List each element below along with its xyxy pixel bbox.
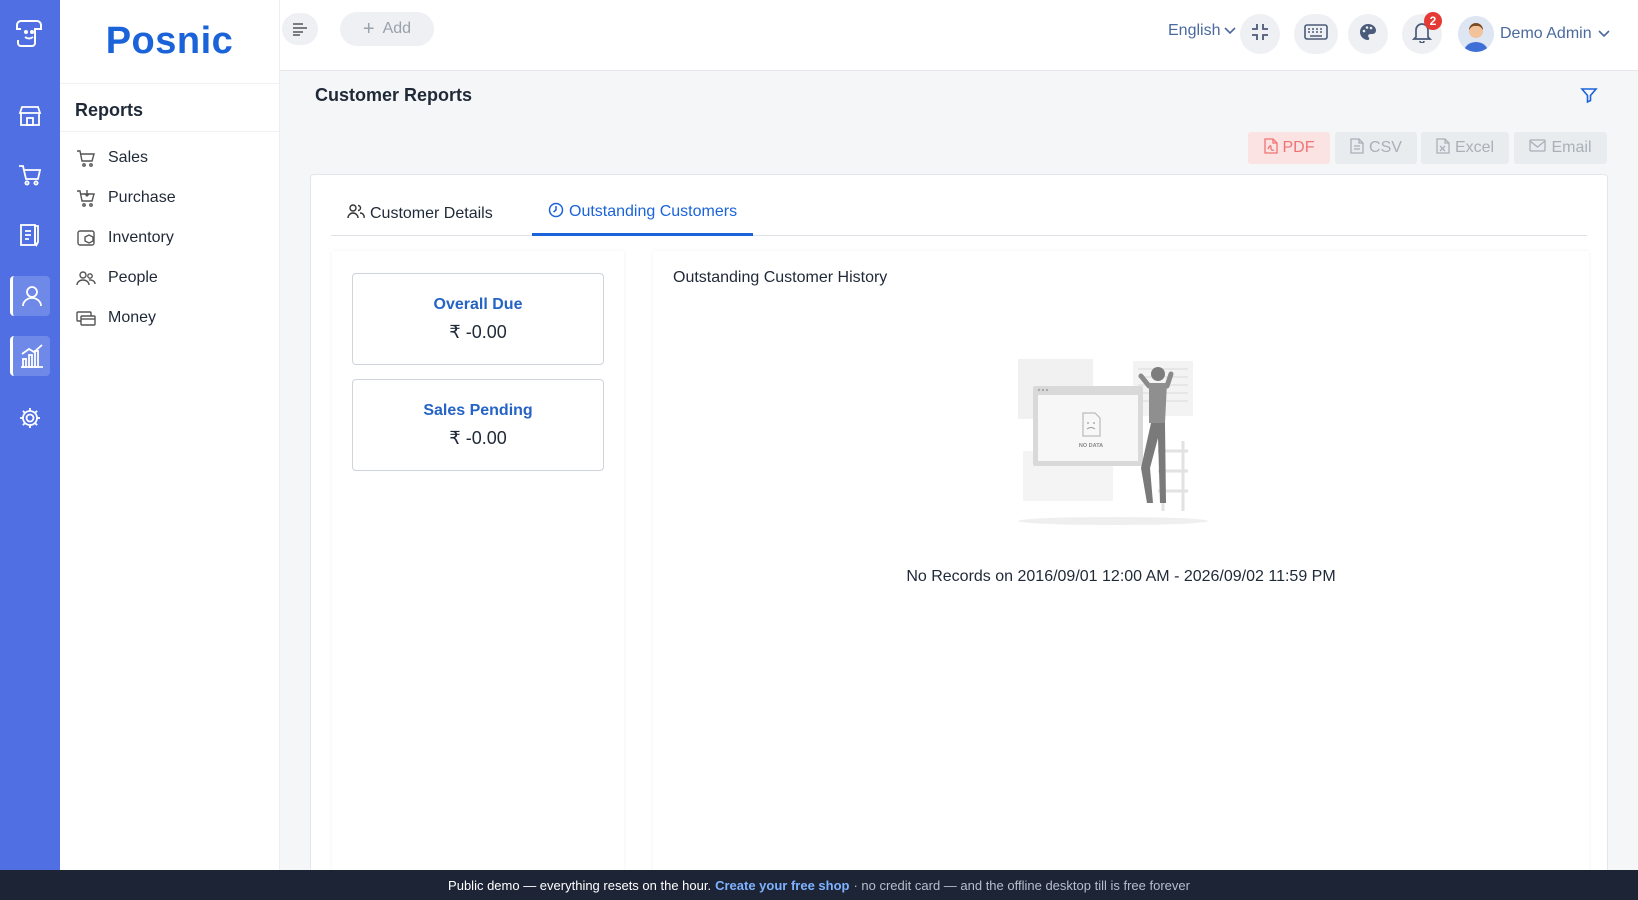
tab-label: Customer Details bbox=[370, 204, 493, 222]
sidebar-item-label: Sales bbox=[108, 149, 149, 166]
sidebar-item-label: Money bbox=[108, 309, 157, 326]
brand-logo[interactable]: Posnic bbox=[60, 0, 279, 84]
chevron-down-icon bbox=[1598, 25, 1610, 43]
tab-outstanding-customers[interactable]: Outstanding Customers bbox=[532, 191, 754, 236]
history-title: Outstanding Customer History bbox=[673, 269, 888, 286]
overall-due-card: Overall Due ₹ -0.00 bbox=[352, 273, 604, 365]
menu-toggle-button[interactable] bbox=[282, 13, 318, 45]
csv-file-icon bbox=[1350, 137, 1364, 159]
add-button-label: Add bbox=[382, 20, 412, 37]
sales-pending-label: Sales Pending bbox=[423, 402, 533, 419]
export-email-label: Email bbox=[1551, 139, 1592, 156]
chart-icon[interactable] bbox=[10, 336, 50, 376]
top-bar: + Add English 2 Demo Admin bbox=[280, 0, 1638, 71]
fullscreen-button[interactable] bbox=[1240, 14, 1280, 54]
basket-icon bbox=[75, 147, 97, 169]
sales-pending-card: Sales Pending ₹ -0.00 bbox=[352, 379, 604, 471]
avatar bbox=[1458, 16, 1494, 52]
sidebar-item-sales[interactable]: Sales bbox=[60, 138, 279, 178]
plus-icon: + bbox=[362, 18, 375, 40]
notifications-button[interactable]: 2 bbox=[1402, 12, 1442, 54]
sidebar-item-inventory[interactable]: Inventory bbox=[60, 218, 279, 258]
clock-icon bbox=[548, 202, 564, 223]
export-excel-label: Excel bbox=[1454, 139, 1495, 156]
history-panel: Outstanding Customer History NO DATA No … bbox=[653, 251, 1589, 891]
clipboard-icon[interactable] bbox=[10, 215, 50, 255]
language-label: English bbox=[1168, 22, 1221, 39]
sidebar-item-purchase[interactable]: Purchase bbox=[60, 178, 279, 218]
chevron-down-icon bbox=[1224, 22, 1237, 40]
user-menu[interactable]: Demo Admin bbox=[1458, 16, 1610, 52]
report-card: Customer Details Outstanding Customers O… bbox=[310, 174, 1608, 894]
tab-customer-details[interactable]: Customer Details bbox=[331, 191, 509, 236]
banner-subtext: · no credit card — and the offline deskt… bbox=[853, 877, 1190, 893]
brand-name: Posnic bbox=[105, 20, 234, 62]
store-icon[interactable] bbox=[10, 96, 50, 136]
overall-due-label: Overall Due bbox=[433, 296, 523, 313]
basket-icon[interactable] bbox=[10, 155, 50, 195]
filter-icon bbox=[1580, 86, 1598, 109]
app-logo-icon[interactable] bbox=[10, 12, 50, 52]
sidebar-title: Reports bbox=[60, 84, 279, 132]
user-name: Demo Admin bbox=[1500, 25, 1592, 42]
excel-file-icon bbox=[1436, 137, 1450, 159]
sales-pending-value: ₹ -0.00 bbox=[449, 428, 507, 448]
people-icon bbox=[347, 203, 365, 224]
keyboard-icon bbox=[1304, 23, 1328, 45]
overall-due-value: ₹ -0.00 bbox=[449, 322, 507, 342]
box-icon bbox=[75, 227, 97, 249]
person-icon[interactable] bbox=[10, 276, 50, 316]
export-pdf-button[interactable]: PDF bbox=[1248, 132, 1330, 164]
banner-text: Public demo — everything resets on the h… bbox=[448, 877, 712, 893]
sidebar-item-label: People bbox=[108, 269, 158, 286]
sidebar-item-money[interactable]: Money bbox=[60, 298, 279, 338]
summary-panel: Overall Due ₹ -0.00 Sales Pending ₹ -0.0… bbox=[332, 251, 624, 891]
palette-icon bbox=[1358, 22, 1378, 47]
export-csv-button[interactable]: CSV bbox=[1335, 132, 1417, 164]
keyboard-shortcuts-button[interactable] bbox=[1294, 14, 1338, 54]
export-email-button[interactable]: Email bbox=[1514, 132, 1607, 164]
no-data-illustration: NO DATA bbox=[1018, 359, 1208, 525]
create-shop-link[interactable]: Create your free shop bbox=[715, 878, 849, 893]
sidebar-item-label: Inventory bbox=[108, 229, 174, 246]
page-title: Customer Reports bbox=[315, 85, 473, 105]
pdf-file-icon bbox=[1263, 137, 1278, 159]
tab-label: Outstanding Customers bbox=[569, 203, 738, 220]
export-pdf-label: PDF bbox=[1282, 139, 1315, 156]
sidebar-item-people[interactable]: People bbox=[60, 258, 279, 298]
demo-banner: Public demo — everything resets on the h… bbox=[0, 870, 1638, 900]
export-excel-button[interactable]: Excel bbox=[1421, 132, 1509, 164]
report-tabs: Customer Details Outstanding Customers bbox=[331, 191, 1587, 236]
money-icon bbox=[75, 307, 97, 329]
export-csv-label: CSV bbox=[1369, 139, 1402, 156]
fullscreen-icon bbox=[1250, 22, 1270, 47]
filter-button[interactable] bbox=[1578, 86, 1600, 108]
add-button[interactable]: + Add bbox=[340, 12, 434, 46]
theme-button[interactable] bbox=[1348, 14, 1388, 54]
sidebar-item-label: Purchase bbox=[108, 189, 176, 206]
notification-badge: 2 bbox=[1424, 12, 1442, 30]
empty-state-message: No Records on 2016/09/01 12:00 AM - 2026… bbox=[906, 568, 1336, 585]
reports-sidebar: Posnic Reports Sales Purchase Inventory … bbox=[60, 0, 280, 870]
people-icon bbox=[75, 267, 97, 289]
icon-rail bbox=[0, 0, 60, 870]
no-data-art-text: NO DATA bbox=[1079, 443, 1103, 449]
gear-icon[interactable] bbox=[10, 398, 50, 438]
envelope-icon bbox=[1529, 139, 1547, 157]
cart-icon bbox=[75, 187, 97, 209]
language-selector[interactable]: English bbox=[1168, 22, 1237, 40]
